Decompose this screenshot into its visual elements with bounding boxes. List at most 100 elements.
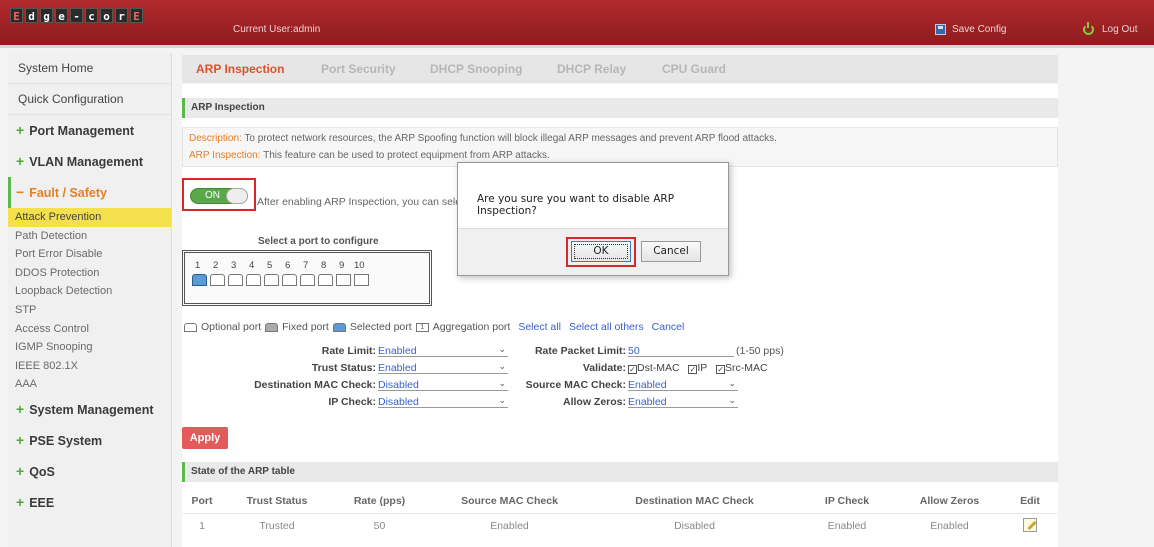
tab-arp-inspection[interactable]: ARP Inspection	[196, 62, 284, 76]
toggle-knob	[226, 188, 248, 204]
log-out-button[interactable]: Log Out	[1083, 22, 1138, 35]
plus-icon: +	[16, 462, 25, 479]
plus-icon: +	[16, 153, 25, 169]
main-content: ARP Inspection Description: To protect n…	[182, 84, 1058, 547]
description-box: Description: To protect network resource…	[182, 127, 1058, 167]
sidebar-sub-igmp-snooping[interactable]: IGMP Snooping	[8, 338, 171, 357]
tab-dhcp-relay[interactable]: DHCP Relay	[557, 62, 626, 76]
port-2-icon[interactable]	[210, 274, 225, 286]
trust-status-select[interactable]: Enabled ⌄	[378, 361, 508, 374]
port-10-icon[interactable]	[354, 274, 369, 286]
arp-inspection-note: ARP Inspection: This feature can be used…	[189, 150, 550, 161]
source-mac-check-label: Source MAC Check:	[525, 379, 626, 391]
arp-inspection-toggle[interactable]: ON	[190, 188, 248, 204]
sidebar-sub-ddos-protection[interactable]: DDOS Protection	[8, 264, 171, 283]
sidebar-group-pse-system[interactable]: + PSE System	[8, 425, 171, 456]
destination-mac-check-label: Destination MAC Check:	[254, 379, 376, 391]
port-5-icon[interactable]	[264, 274, 279, 286]
enable-hint-text: After enabling ARP Inspection, you can s…	[257, 196, 470, 208]
apply-button[interactable]: Apply	[182, 427, 228, 449]
sidebar-sub-access-control[interactable]: Access Control	[8, 320, 171, 339]
table-row: 1 Trusted 50 Enabled Disabled Enabled En…	[182, 512, 1058, 539]
port-4-icon[interactable]	[246, 274, 261, 286]
floppy-disk-icon	[935, 24, 946, 35]
port-9-icon[interactable]	[336, 274, 351, 286]
port-6-icon[interactable]	[282, 274, 297, 286]
rate-limit-select[interactable]: Enabled ⌄	[378, 344, 508, 357]
sidebar-group-fault-safety[interactable]: − Fault / Safety	[8, 177, 171, 208]
sidebar-group-qos[interactable]: + QoS	[8, 456, 171, 487]
sidebar-group-port-management[interactable]: + Port Management	[8, 115, 171, 146]
power-icon	[1083, 22, 1094, 35]
destination-mac-check-select[interactable]: Disabled ⌄	[378, 378, 508, 391]
sidebar-sub-attack-prevention[interactable]: Attack Prevention	[8, 208, 171, 227]
sidebar-sub-loopback-detection[interactable]: Loopback Detection	[8, 282, 171, 301]
port-3-icon[interactable]	[228, 274, 243, 286]
sidebar-nav: System Home Quick Configuration + Port Ma…	[8, 53, 172, 547]
port-panel-title: Select a port to configure	[258, 236, 379, 247]
table-header-row: Port Trust Status Rate (pps) Source MAC …	[191, 494, 1040, 507]
sidebar-sub-path-detection[interactable]: Path Detection	[8, 227, 171, 246]
port-legend: Optional port Fixed port Selected port 1…	[184, 321, 684, 333]
dialog-message: Are you sure you want to disable ARP Ins…	[477, 193, 675, 217]
ip-checkbox[interactable]: ✓	[688, 365, 698, 374]
aggregation-port-icon: 1	[415, 322, 429, 332]
chevron-down-icon: ⌄	[728, 378, 736, 388]
port-panel: 1 2 3 4 5 6 7 8 9 10	[182, 250, 432, 306]
sidebar-item-system-home[interactable]: System Home	[8, 53, 171, 84]
port-7-icon[interactable]	[300, 274, 315, 286]
arp-state-table: Port Trust Status Rate (pps) Source MAC …	[182, 489, 1058, 539]
trust-status-label: Trust Status:	[311, 362, 376, 374]
select-all-link[interactable]: Select all	[518, 321, 561, 333]
validate-options: ✓Dst-MAC ✓IP ✓Src-MAC	[628, 362, 768, 374]
select-all-others-link[interactable]: Select all others	[569, 321, 644, 333]
cancel-selection-link[interactable]: Cancel	[652, 321, 685, 333]
optional-port-icon	[184, 322, 197, 332]
rate-packet-hint: (1-50 pps)	[736, 345, 784, 357]
fixed-port-icon	[265, 322, 279, 332]
sidebar-sub-stp[interactable]: STP	[8, 301, 171, 320]
rate-packet-limit-input[interactable]: 50	[628, 345, 734, 357]
port-1-icon[interactable]	[192, 274, 207, 286]
sidebar-sub-ieee-8021x[interactable]: IEEE 802.1X	[8, 357, 171, 376]
top-header-bar: Edge-corE Current User:admin Save Config…	[0, 0, 1154, 48]
toggle-highlight-frame: ON	[182, 178, 256, 211]
section-header-arp-inspection: ARP Inspection	[182, 98, 1058, 118]
tab-cpu-guard[interactable]: CPU Guard	[662, 62, 726, 76]
ip-check-select[interactable]: Disabled ⌄	[378, 395, 508, 408]
chevron-down-icon: ⌄	[728, 395, 736, 405]
sidebar-group-vlan-management[interactable]: + VLAN Management	[8, 146, 171, 177]
description-line: Description: To protect network resource…	[189, 133, 777, 144]
port-8-icon[interactable]	[318, 274, 333, 286]
src-mac-checkbox[interactable]: ✓	[716, 365, 726, 374]
current-user-label: Current User:admin	[233, 24, 321, 35]
sidebar-group-system-management[interactable]: + System Management	[8, 394, 171, 425]
confirm-dialog: Are you sure you want to disable ARP Ins…	[457, 162, 729, 276]
section-header-arp-table: State of the ARP table	[182, 462, 1058, 482]
ip-check-label: IP Check:	[328, 396, 376, 408]
minus-icon: −	[16, 184, 25, 200]
source-mac-check-select[interactable]: Enabled ⌄	[628, 378, 738, 391]
plus-icon: +	[16, 122, 25, 138]
selected-port-icon	[332, 322, 346, 332]
sidebar-item-quick-configuration[interactable]: Quick Configuration	[8, 84, 171, 115]
tab-dhcp-snooping[interactable]: DHCP Snooping	[430, 62, 522, 76]
edgecore-logo: Edge-corE	[10, 8, 143, 23]
save-config-button[interactable]: Save Config	[935, 24, 1006, 35]
tab-port-security[interactable]: Port Security	[321, 62, 396, 76]
sidebar-sub-port-error-disable[interactable]: Port Error Disable	[8, 245, 171, 264]
tab-bar: ARP Inspection Port Security DHCP Snoopi…	[182, 55, 1058, 83]
plus-icon: +	[16, 431, 25, 448]
sidebar-sub-aaa[interactable]: AAA	[8, 375, 171, 394]
rate-limit-label: Rate Limit:	[321, 345, 376, 357]
cancel-button[interactable]: Cancel	[641, 241, 701, 262]
allow-zeros-select[interactable]: Enabled ⌄	[628, 395, 738, 408]
rate-packet-limit-label: Rate Packet Limit:	[534, 345, 626, 357]
dialog-footer: OK Cancel	[458, 228, 728, 275]
dst-mac-checkbox[interactable]: ✓	[628, 365, 637, 374]
ok-button[interactable]: OK	[571, 241, 631, 262]
validate-label: Validate:	[582, 362, 626, 374]
sidebar-group-eee[interactable]: + EEE	[8, 487, 171, 518]
edit-pencil-icon[interactable]	[1023, 517, 1037, 532]
plus-icon: +	[16, 400, 25, 417]
